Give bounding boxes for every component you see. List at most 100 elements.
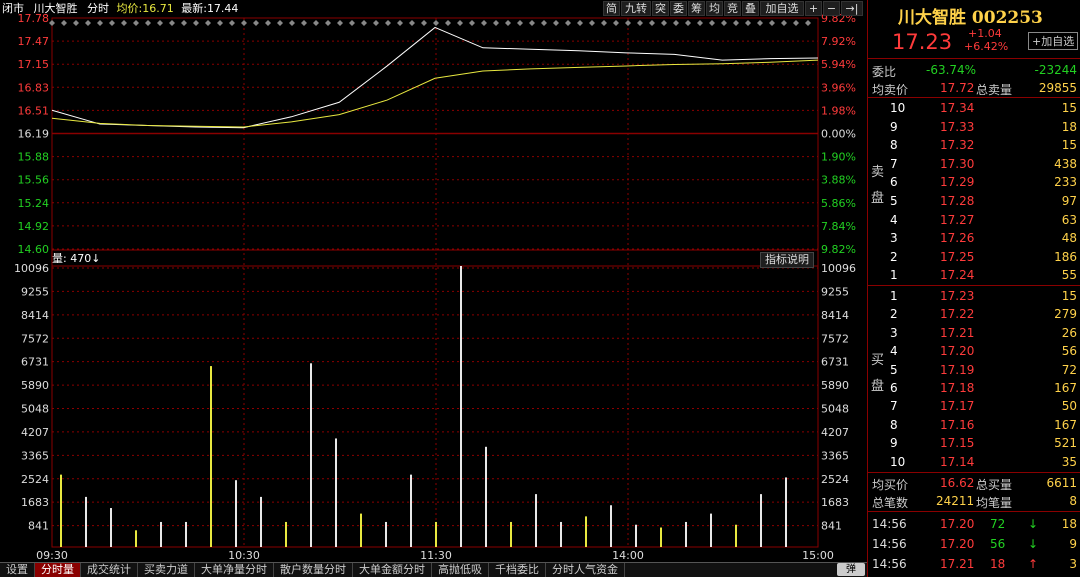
chips-button[interactable]: 筹 — [688, 1, 705, 16]
add-watchlist-button[interactable]: 加自选 — [760, 1, 804, 16]
marker-diamond — [397, 20, 403, 26]
sell-level-row[interactable]: 2 17.25 186 — [868, 248, 1080, 266]
chart-mode: 分时 — [87, 2, 109, 15]
marker-diamond — [361, 20, 367, 26]
tab-big-order-net[interactable]: 大单净量分时 — [195, 563, 274, 577]
buy-level-row[interactable]: 4 17.20 56 — [868, 342, 1080, 360]
quote-panel: 川大智胜 002253 17.23 +1.04 +6.42% +加自选 委比 -6… — [867, 0, 1080, 577]
tab-time-volume[interactable]: 分时量 — [35, 563, 81, 577]
order-button[interactable]: 委 — [670, 1, 687, 16]
buy-level-row[interactable]: 7 17.17 50 — [868, 397, 1080, 415]
volume-tick-label-right: 6731 — [821, 356, 849, 369]
level-volume: 279 — [1054, 307, 1077, 322]
sell-level-row[interactable]: 7 17.30 438 — [868, 155, 1080, 173]
marker-diamond — [433, 20, 439, 26]
average-price-line — [51, 59, 819, 128]
simple-button[interactable]: 简 — [603, 1, 620, 16]
level-price: 17.34 — [940, 101, 975, 115]
tick-cell: 17.21 — [940, 557, 975, 571]
avg-sell-value: 17.72 — [940, 81, 975, 95]
avg-label: 均价: — [116, 2, 143, 15]
zoom-out-icon[interactable]: − — [823, 1, 840, 16]
marker-diamond — [205, 20, 211, 26]
level-index: 1 — [890, 289, 898, 303]
sell-level-row[interactable]: 5 17.28 97 — [868, 192, 1080, 210]
overlay-button[interactable]: 叠 — [742, 1, 759, 16]
marker-diamond — [325, 20, 331, 26]
sell-level-row[interactable]: 4 17.27 63 — [868, 211, 1080, 229]
sell-level-row[interactable]: 9 17.33 18 — [868, 118, 1080, 136]
volume-bar — [610, 505, 612, 547]
volume-tick-label-right: 8414 — [821, 309, 849, 322]
buy-level-row[interactable]: 1 17.23 15 — [868, 287, 1080, 305]
average-button[interactable]: 均 — [706, 1, 723, 16]
volume-bar — [235, 480, 237, 547]
total-buy-label: 总买量 — [976, 478, 1013, 492]
level-price: 17.21 — [940, 325, 975, 340]
volume-tick-label: 5890 — [21, 379, 49, 392]
tab-order-ratio[interactable]: 千档委比 — [489, 563, 546, 577]
order-ratio-value: -63.74% — [926, 63, 977, 77]
buy-level-row[interactable]: 10 17.14 35 — [868, 453, 1080, 471]
level-price: 17.25 — [940, 249, 975, 264]
level-price: 17.22 — [940, 307, 975, 322]
tick-cell: 56 — [990, 537, 1006, 551]
level-price: 17.14 — [940, 454, 975, 469]
level-volume: 15 — [1061, 101, 1077, 115]
auction-button[interactable]: 竞 — [724, 1, 741, 16]
time-tick-label: 11:30 — [420, 549, 452, 562]
tab-popularity-capital[interactable]: 分时人气资金 — [546, 563, 625, 577]
buy-level-row[interactable]: 6 17.18 167 — [868, 379, 1080, 397]
sell-level-row[interactable]: 6 17.29 233 — [868, 173, 1080, 191]
volume-tick-label-right: 2524 — [821, 473, 849, 486]
sell-level-row[interactable]: 3 17.26 48 — [868, 229, 1080, 247]
marker-diamond — [469, 20, 475, 26]
level-volume: 97 — [1061, 194, 1077, 208]
marker-diamond — [241, 20, 247, 26]
nine-turn-button[interactable]: 九转 — [621, 1, 651, 16]
marker-diamond — [721, 20, 727, 26]
tick-cell: 14:56 — [872, 537, 907, 551]
marker-diamond — [229, 20, 235, 26]
volume-bar — [785, 477, 787, 547]
volume-tick-label: 1683 — [21, 496, 49, 509]
buy-level-row[interactable]: 2 17.22 279 — [868, 305, 1080, 323]
marker-diamond — [529, 20, 535, 26]
zoom-in-icon[interactable]: + — [805, 1, 822, 16]
volume-tick-label-right: 5048 — [821, 403, 849, 416]
marker-diamond — [217, 20, 223, 26]
chart-area[interactable]: 17.78 9.82%17.47 7.92%17.15 5.94%16.83 3.96%… — [0, 0, 867, 562]
buy-level-row[interactable]: 8 17.16 167 — [868, 416, 1080, 434]
marker-diamond — [757, 20, 763, 26]
pct-tick-label: 9.82% — [821, 243, 856, 256]
add-watchlist-side-button[interactable]: +加自选 — [1028, 32, 1079, 50]
sell-level-row[interactable]: 8 17.32 15 — [868, 136, 1080, 154]
buy-level-row[interactable]: 3 17.21 26 — [868, 324, 1080, 342]
sell-level-row[interactable]: 10 17.34 15 — [868, 99, 1080, 117]
buy-level-row[interactable]: 5 17.19 72 — [868, 361, 1080, 379]
buy-level-row[interactable]: 9 17.15 521 — [868, 434, 1080, 452]
marker-diamond — [373, 20, 379, 26]
tab-retail-count[interactable]: 散户数量分时 — [274, 563, 353, 577]
break-button[interactable]: 突 — [652, 1, 669, 16]
price-tick-label: 16.51 — [18, 104, 50, 117]
level-price: 17.17 — [940, 399, 975, 414]
marker-diamond — [157, 20, 163, 26]
tick-cell: 17.20 — [940, 517, 975, 531]
volume-bar — [160, 521, 162, 547]
level-index: 10 — [890, 101, 906, 115]
tab-settings[interactable]: 设置 — [0, 563, 35, 577]
tab-trade-stats[interactable]: 成交统计 — [81, 563, 138, 577]
popup-toggle-button[interactable]: 弹 — [837, 563, 865, 576]
volume-tick-label: 841 — [28, 520, 49, 533]
tab-big-order-amount[interactable]: 大单金额分时 — [353, 563, 432, 577]
volume-tick-label: 7572 — [21, 332, 49, 345]
level-index: 9 — [890, 436, 898, 451]
indicator-help-button[interactable]: 指标说明 — [760, 252, 814, 268]
marker-diamond — [781, 20, 787, 26]
goto-end-icon[interactable]: →| — [841, 1, 863, 16]
sell-level-row[interactable]: 1 17.24 55 — [868, 266, 1080, 284]
price-line — [51, 26, 819, 129]
tab-high-low[interactable]: 高抛低吸 — [432, 563, 489, 577]
tab-buy-sell-force[interactable]: 买卖力道 — [138, 563, 195, 577]
